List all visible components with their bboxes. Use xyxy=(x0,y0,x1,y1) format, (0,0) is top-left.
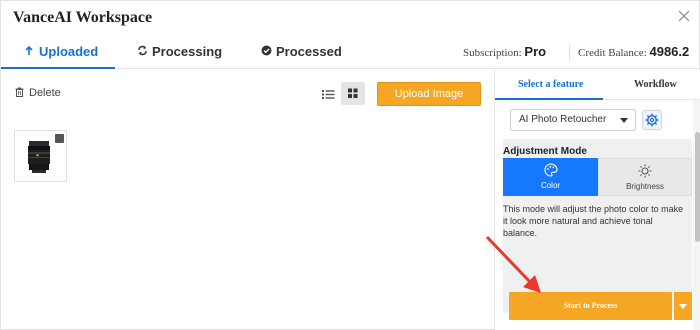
adjustment-mode-title: Adjustment Mode xyxy=(503,146,587,157)
red-pointer-arrow xyxy=(485,235,541,293)
image-area: Delete Upload Image xyxy=(1,70,494,330)
tab-label: Processed xyxy=(276,44,342,59)
gear-icon xyxy=(645,113,659,127)
chevron-down-icon xyxy=(679,304,687,309)
tab-label: Uploaded xyxy=(39,44,99,59)
feature-settings-button[interactable] xyxy=(642,110,662,130)
close-icon[interactable] xyxy=(677,9,691,23)
window-title: VanceAI Workspace xyxy=(13,9,153,26)
credit-label: Credit Balance: xyxy=(578,47,647,59)
list-view-button[interactable] xyxy=(315,82,339,105)
tab-workflow[interactable]: Workflow xyxy=(634,70,677,100)
refresh-icon xyxy=(136,36,148,70)
delete-button[interactable]: Delete xyxy=(15,87,61,99)
upload-image-button[interactable]: Upload Image xyxy=(377,82,481,106)
grid-view-button[interactable] xyxy=(341,82,365,105)
mode-brightness-button[interactable]: Brightness xyxy=(598,158,692,196)
delete-label: Delete xyxy=(29,87,61,99)
thumbnail-checkbox[interactable] xyxy=(55,134,64,143)
subscription-info: Subscription: Pro xyxy=(463,35,546,69)
mode-label: Color xyxy=(540,181,561,190)
chevron-down-icon xyxy=(620,118,628,123)
tab-processed[interactable]: Processed xyxy=(260,35,342,69)
sidebar-scrollbar-thumb[interactable] xyxy=(695,132,700,242)
credit-balance: Credit Balance: 4986.2 xyxy=(578,35,689,69)
grid-icon xyxy=(348,88,358,98)
image-thumbnail[interactable] xyxy=(14,130,67,182)
list-icon xyxy=(322,90,335,99)
check-circle-icon xyxy=(260,36,272,70)
trash-icon xyxy=(15,87,24,97)
mode-color-button[interactable]: Color xyxy=(503,158,598,196)
tab-label: Processing xyxy=(152,44,223,59)
feature-selected-value: AI Photo Retoucher xyxy=(519,114,607,125)
title-bar: VanceAI Workspace xyxy=(1,1,700,35)
tab-processing[interactable]: Processing xyxy=(136,35,222,69)
subscription-label: Subscription: xyxy=(463,47,522,59)
active-tab-indicator xyxy=(1,67,115,69)
tab-bar: Uploaded Processing Processed Subscripti… xyxy=(1,35,700,69)
sidebar-tabs: Select a feature Workflow xyxy=(495,70,700,100)
tab-uploaded[interactable]: Uploaded xyxy=(23,35,98,69)
feature-dropdown[interactable]: AI Photo Retoucher xyxy=(510,109,636,131)
tab-select-feature[interactable]: Select a feature xyxy=(518,70,583,100)
upload-arrow-icon xyxy=(23,36,35,70)
workspace-dialog: VanceAI Workspace Uploaded Processing Pr… xyxy=(0,0,700,330)
start-options-dropdown[interactable] xyxy=(674,292,692,320)
sun-icon xyxy=(638,164,652,178)
divider xyxy=(569,45,570,60)
active-tab-indicator xyxy=(495,98,603,100)
mode-label: Brightness xyxy=(626,182,664,191)
palette-icon xyxy=(543,163,558,177)
credit-value: 4986.2 xyxy=(649,44,690,59)
subscription-value: Pro xyxy=(524,44,547,59)
